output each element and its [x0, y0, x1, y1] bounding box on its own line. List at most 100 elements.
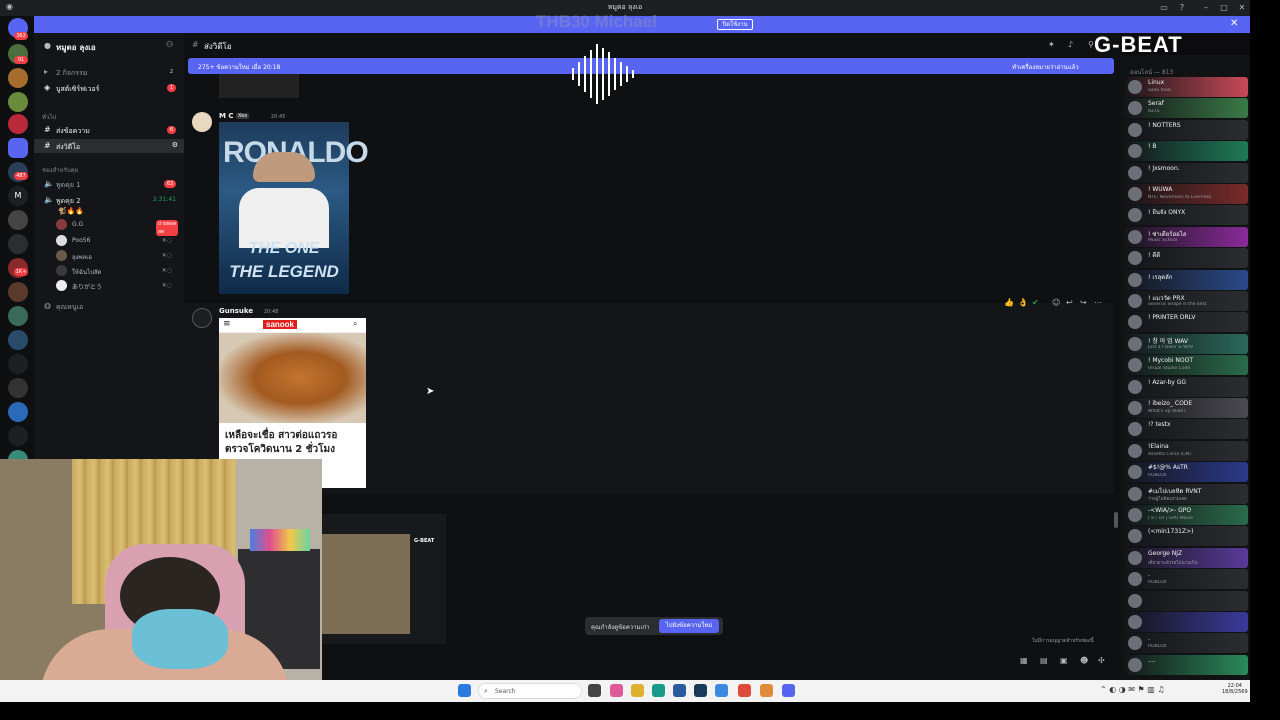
threads-icon[interactable]: ✦: [1048, 40, 1055, 49]
server-icon[interactable]: [8, 92, 28, 112]
check-icon[interactable]: ✔: [1032, 298, 1039, 307]
member-item[interactable]: ! เรลุดลัก: [1124, 269, 1248, 290]
member-item[interactable]: Seraf IELTS: [1124, 98, 1248, 119]
stage-channel[interactable]: ◍ คุณหนูเอ: [34, 299, 184, 313]
ok-hand-icon[interactable]: 👌: [1018, 298, 1028, 307]
member-item[interactable]: ! WUWA NTE: Neverness to Everness: [1124, 184, 1248, 204]
sticker-icon[interactable]: ▣: [1060, 656, 1068, 665]
avatar[interactable]: [192, 308, 212, 328]
server-icon[interactable]: [8, 68, 28, 88]
windows-start-icon[interactable]: [458, 684, 471, 697]
emoji-icon[interactable]: ☻: [1080, 656, 1088, 665]
channel-item-selected[interactable]: # ส่งวิดีโอ ⚙: [34, 139, 184, 153]
server-icon-selected[interactable]: [8, 138, 28, 158]
server-icon[interactable]: [8, 330, 28, 350]
app-icon[interactable]: [610, 684, 623, 697]
member-item[interactable]: . ROBLOX: [1124, 569, 1248, 590]
pin-icon[interactable]: ⚲: [1088, 40, 1094, 49]
server-icon[interactable]: [8, 234, 28, 254]
jump-to-present-button[interactable]: ไปยังข้อความใหม่: [659, 619, 719, 633]
voice-channel-2[interactable]: 🔈 พูดคุย 2 2:31:41: [34, 193, 184, 207]
reply-icon[interactable]: ↩: [1066, 298, 1073, 307]
avatar[interactable]: [192, 112, 212, 132]
forward-icon[interactable]: ↪: [1080, 298, 1087, 307]
settings-icon[interactable]: ⚙: [172, 141, 178, 149]
app-icon[interactable]: [760, 684, 773, 697]
bell-icon[interactable]: ♪: [1068, 40, 1073, 49]
discord-logo-icon[interactable]: ◉: [6, 2, 13, 11]
server-icon[interactable]: [8, 426, 28, 446]
add-user-icon[interactable]: ⚇: [166, 40, 173, 49]
message-author[interactable]: Gunsuke: [219, 307, 253, 315]
server-icon[interactable]: [8, 402, 28, 422]
member-item[interactable]: [1124, 590, 1248, 611]
server-icon[interactable]: [8, 210, 28, 230]
clock[interactable]: 22:04 18/8/2569: [1222, 683, 1248, 695]
voice-user[interactable]: ให้ฉันไปสัด ✕◌: [56, 263, 176, 278]
maximize-button[interactable]: □: [1216, 1, 1232, 15]
server-icon[interactable]: [8, 378, 28, 398]
member-item[interactable]: !? testx: [1124, 419, 1248, 440]
member-item[interactable]: ! แมววัด PRX Severus Snape is the best: [1124, 291, 1248, 311]
voice-user[interactable]: ลุงพลเอ ✕◌: [56, 248, 176, 263]
server-icon[interactable]: M: [8, 186, 28, 206]
edge-icon[interactable]: [652, 684, 665, 697]
member-item[interactable]: ! ibeizo_ CODE What's up dude?: [1124, 398, 1248, 418]
events-item[interactable]: ▸ 2 กิจกรรม 2: [34, 65, 184, 79]
chrome-icon[interactable]: [738, 684, 751, 697]
gif-icon[interactable]: ▤: [1040, 656, 1048, 665]
member-item[interactable]: ! ดีดี: [1124, 248, 1248, 269]
discord-taskbar-icon[interactable]: [782, 684, 795, 697]
store-icon[interactable]: [673, 684, 686, 697]
tray-icons[interactable]: ⌃ ◐ ◑ ✉ ⚑ ▥ ♫: [1100, 685, 1165, 694]
member-item[interactable]: ! ซ่าเดียร์ฮอไล Music School: [1124, 226, 1248, 247]
previous-image[interactable]: [219, 74, 299, 98]
voice-user[interactable]: Poo56 ✕◌: [56, 233, 176, 248]
new-messages-bar[interactable]: 275+ ข้อความใหม่ เมื่อ 20:18 ทำเครื่องหม…: [188, 58, 1114, 74]
category-voice[interactable]: ช่องสำหรับคุย: [42, 165, 78, 175]
thumbs-up-icon[interactable]: 👍: [1004, 298, 1014, 307]
help-icon[interactable]: ?: [1174, 1, 1190, 15]
server-icon[interactable]: [8, 114, 28, 134]
member-item[interactable]: ! NOTTERS: [1124, 119, 1248, 140]
scrollbar-thumb[interactable]: [1114, 512, 1118, 528]
minimize-button[interactable]: –: [1198, 1, 1214, 15]
member-item[interactable]: ! PRINTER DRLV: [1124, 312, 1248, 333]
member-item[interactable]: ! 창 아 엄 WAV Just a Flower & WAV: [1124, 333, 1248, 354]
member-item[interactable]: ! Mycobi NOOT Visual Studio Code: [1124, 355, 1248, 376]
guild-name[interactable]: หมูตอ ลุงเอ: [56, 41, 96, 54]
member-item[interactable]: ! ยีนจัง ONYX: [1124, 205, 1248, 226]
member-item[interactable]: (<min1731Z>): [1124, 526, 1248, 547]
member-item[interactable]: #เมโปเบลหิด RVNT ว่าอยู่ไม่ต้องถามเลย: [1124, 483, 1248, 504]
voice-channel-1[interactable]: 🔈 พูดคุย 1 63: [34, 177, 184, 191]
member-item[interactable]: -<WIA/>- GPO [ 8 / 10 ] GPU Movie: [1124, 505, 1248, 525]
voice-user[interactable]: G.G ถ่ายทอดสด: [56, 217, 179, 236]
member-item[interactable]: George NJZ เดี๋ยวมาแล้วรอไม่นานเกิน: [1124, 547, 1248, 568]
category-general[interactable]: ทั่วไป: [42, 112, 56, 122]
voice-user[interactable]: ありがとう ✕◌: [56, 278, 176, 293]
task-view-icon[interactable]: [588, 684, 601, 697]
member-item[interactable]: ! Jxsmoon.: [1124, 162, 1248, 183]
close-window-button[interactable]: ✕: [1234, 1, 1250, 15]
member-item[interactable]: ! Azar-by GG: [1124, 376, 1248, 397]
file-explorer-icon[interactable]: [631, 684, 644, 697]
boost-item[interactable]: ◈ บูสต์เซิร์ฟเวอร์ 1: [34, 81, 184, 95]
channel-item[interactable]: # ส่งข้อความ 6: [34, 123, 184, 137]
apps-icon[interactable]: ✣: [1098, 656, 1105, 665]
member-item[interactable]: ....: [1124, 654, 1248, 675]
member-item[interactable]: ! B: [1124, 141, 1248, 162]
ronaldo-poster-image[interactable]: RONALDO THE ONE THE LEGEND: [219, 122, 369, 294]
taskbar-search[interactable]: ⌕ Search: [478, 683, 582, 699]
video-thumbnail[interactable]: G-BEAT: [322, 514, 446, 644]
member-item[interactable]: #$!@% AsTR ROBLOX: [1124, 462, 1248, 483]
server-icon[interactable]: [8, 282, 28, 302]
member-item[interactable]: . ROBLOX: [1124, 633, 1248, 654]
close-notice-icon[interactable]: ✕: [1230, 18, 1238, 29]
server-icon[interactable]: [8, 354, 28, 374]
message-author[interactable]: M C: [219, 112, 234, 120]
member-item[interactable]: Linux SaaS tools: [1124, 77, 1248, 97]
steam-icon[interactable]: [694, 684, 707, 697]
add-reaction-icon[interactable]: ☺: [1052, 298, 1060, 307]
server-icon[interactable]: [8, 306, 28, 326]
mark-as-read-button[interactable]: ทำเครื่องหมายว่าอ่านแล้ว: [1012, 62, 1079, 72]
